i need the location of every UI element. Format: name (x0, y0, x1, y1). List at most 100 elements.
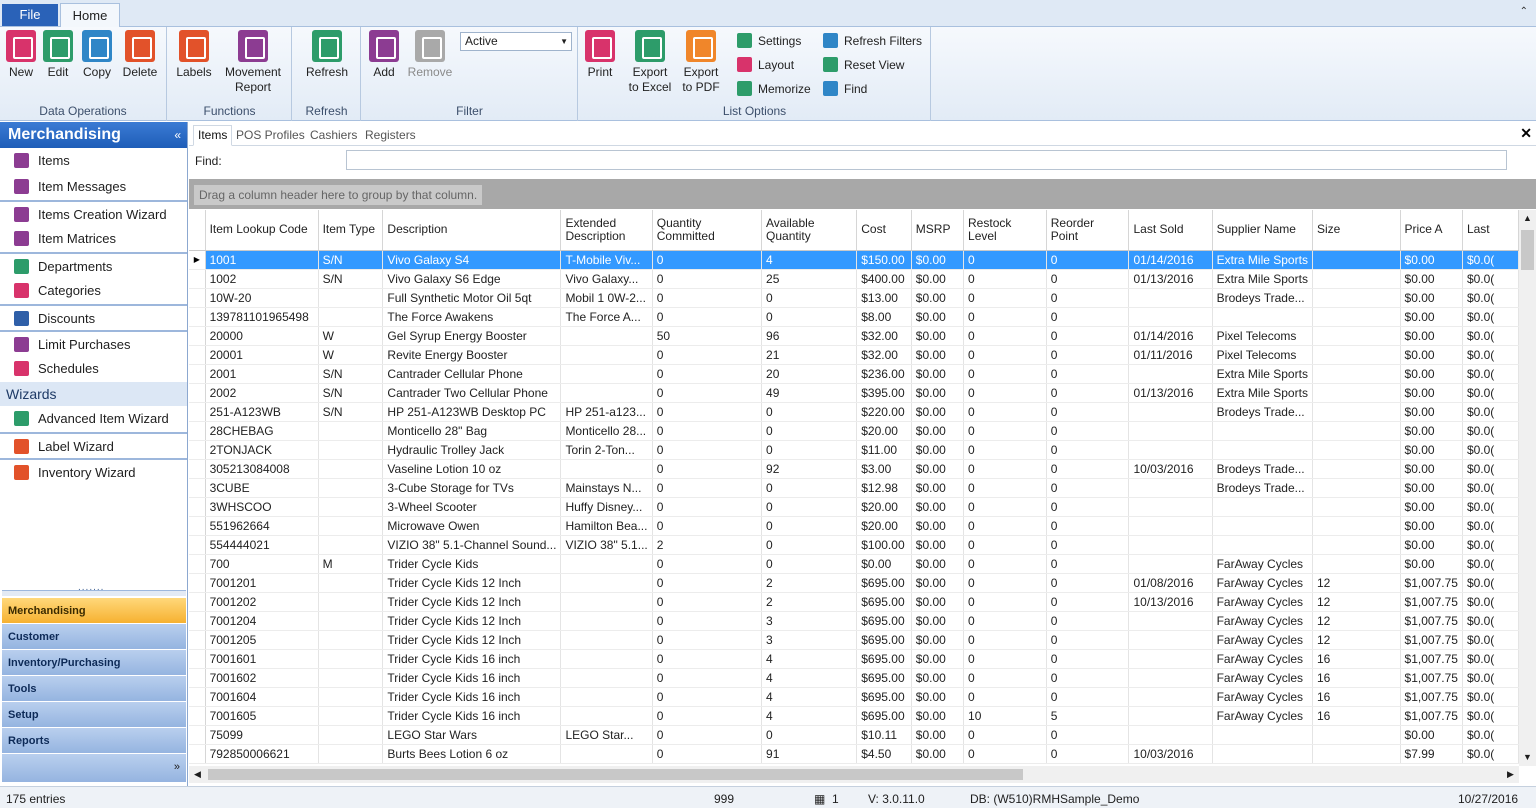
table-cell[interactable]: FarAway Cycles (1212, 649, 1313, 669)
row-indicator[interactable] (189, 725, 206, 745)
module-tools[interactable]: Tools (2, 676, 186, 702)
table-cell[interactable] (1212, 307, 1313, 327)
table-cell[interactable]: $695.00 (856, 592, 912, 612)
table-cell[interactable] (1128, 687, 1213, 707)
column-header[interactable]: Supplier Name (1212, 210, 1313, 251)
table-cell[interactable]: 0 (963, 326, 1047, 346)
table-cell[interactable]: 0 (652, 744, 763, 764)
table-cell[interactable]: 16 (1312, 687, 1401, 707)
table-cell[interactable]: 7001604 (205, 687, 319, 707)
table-cell[interactable]: 96 (761, 326, 858, 346)
table-cell[interactable]: $0.0( (1462, 706, 1519, 726)
table-cell[interactable]: $0.0( (1462, 345, 1519, 365)
table-cell[interactable] (1312, 326, 1401, 346)
table-cell[interactable] (318, 668, 384, 688)
table-cell[interactable]: Trider Cycle Kids 12 Inch (382, 573, 562, 593)
horizontal-scroll-thumb[interactable] (208, 769, 1023, 780)
table-cell[interactable]: 12 (1312, 611, 1401, 631)
table-cell[interactable]: Monticello 28... (560, 421, 653, 441)
table-cell[interactable]: 0 (652, 554, 763, 574)
table-cell[interactable]: $1,007.75 (1400, 687, 1463, 707)
labels-button[interactable]: Labels (176, 30, 212, 80)
table-cell[interactable]: Hamilton Bea... (560, 516, 653, 536)
table-cell[interactable]: 25 (761, 269, 858, 289)
table-cell[interactable]: 0 (963, 516, 1047, 536)
table-row[interactable]: 7001602 Trider Cycle Kids 16 inch 0 4 $695.0… (189, 668, 1519, 688)
column-header[interactable]: Price A (1400, 210, 1463, 251)
table-cell[interactable]: $0.00 (911, 440, 965, 460)
table-cell[interactable]: $695.00 (856, 573, 912, 593)
sidebar-item-departments[interactable]: Departments (0, 252, 187, 278)
table-cell[interactable]: $695.00 (856, 687, 912, 707)
table-cell[interactable]: 551962664 (205, 516, 319, 536)
table-cell[interactable]: 0 (652, 421, 763, 441)
table-cell[interactable]: $0.00 (1400, 497, 1463, 517)
table-cell[interactable]: 0 (963, 592, 1047, 612)
table-cell[interactable]: The Force A... (560, 307, 653, 327)
row-indicator[interactable] (189, 668, 206, 688)
table-cell[interactable]: 10 (963, 706, 1047, 726)
table-cell[interactable] (1128, 535, 1213, 555)
table-cell[interactable]: $0.0( (1462, 478, 1519, 498)
table-cell[interactable]: Microwave Owen (382, 516, 562, 536)
table-cell[interactable] (1212, 725, 1313, 745)
table-cell[interactable]: $0.00 (1400, 345, 1463, 365)
table-cell[interactable]: 0 (652, 706, 763, 726)
table-cell[interactable]: 28CHEBAG (205, 421, 319, 441)
sidebar-item-discounts[interactable]: Discounts (0, 304, 187, 330)
table-cell[interactable]: FarAway Cycles (1212, 611, 1313, 631)
table-cell[interactable] (318, 649, 384, 669)
table-cell[interactable]: 0 (1046, 611, 1130, 631)
table-cell[interactable] (1128, 649, 1213, 669)
table-cell[interactable]: S/N (318, 402, 384, 422)
table-cell[interactable]: Hydraulic Trolley Jack (382, 440, 562, 460)
table-cell[interactable]: 0 (1046, 288, 1130, 308)
table-cell[interactable]: Vivo Galaxy S4 (382, 250, 562, 270)
table-cell[interactable] (1128, 288, 1213, 308)
table-cell[interactable]: 4 (761, 649, 858, 669)
table-cell[interactable]: 0 (1046, 459, 1130, 479)
sidebar-item-categories[interactable]: Categories (0, 278, 187, 304)
table-cell[interactable]: 0 (761, 554, 858, 574)
table-cell[interactable]: $0.00 (1400, 554, 1463, 574)
table-cell[interactable]: $0.00 (1400, 307, 1463, 327)
table-row[interactable]: 1002 S/N Vivo Galaxy S6 Edge Vivo Galaxy...… (189, 269, 1519, 289)
table-cell[interactable]: 50 (652, 326, 763, 346)
table-cell[interactable]: 0 (1046, 573, 1130, 593)
table-cell[interactable]: 16 (1312, 668, 1401, 688)
table-cell[interactable] (560, 554, 653, 574)
table-cell[interactable]: 0 (963, 250, 1047, 270)
table-cell[interactable]: 7001202 (205, 592, 319, 612)
table-cell[interactable]: $0.00 (1400, 269, 1463, 289)
table-cell[interactable]: 0 (963, 649, 1047, 669)
table-cell[interactable]: $1,007.75 (1400, 668, 1463, 688)
table-cell[interactable] (1312, 535, 1401, 555)
add-filter-button[interactable]: Add (368, 30, 400, 80)
table-cell[interactable]: 0 (963, 687, 1047, 707)
table-cell[interactable]: 0 (652, 497, 763, 517)
table-cell[interactable]: $695.00 (856, 706, 912, 726)
table-cell[interactable]: $695.00 (856, 630, 912, 650)
table-cell[interactable]: $0.0( (1462, 459, 1519, 479)
table-cell[interactable]: 10W-20 (205, 288, 319, 308)
table-cell[interactable]: $0.0( (1462, 402, 1519, 422)
scroll-left-icon[interactable]: ◀ (189, 766, 206, 783)
table-cell[interactable]: 0 (652, 592, 763, 612)
table-cell[interactable]: $20.00 (856, 497, 912, 517)
sidebar-item-inventory-wizard[interactable]: Inventory Wizard (0, 458, 187, 484)
table-cell[interactable] (318, 421, 384, 441)
table-cell[interactable] (318, 687, 384, 707)
table-cell[interactable]: 16 (1312, 706, 1401, 726)
scroll-right-icon[interactable]: ▶ (1502, 766, 1519, 783)
table-cell[interactable]: 0 (1046, 497, 1130, 517)
table-cell[interactable]: W (318, 345, 384, 365)
table-cell[interactable]: 792850006621 (205, 744, 319, 764)
table-cell[interactable]: Vivo Galaxy... (560, 269, 653, 289)
table-cell[interactable]: Trider Cycle Kids 12 Inch (382, 611, 562, 631)
table-cell[interactable]: Torin 2-Ton... (560, 440, 653, 460)
table-cell[interactable]: $32.00 (856, 326, 912, 346)
new-button[interactable]: New (5, 30, 37, 80)
table-cell[interactable]: $0.00 (1400, 440, 1463, 460)
table-cell[interactable]: 10/03/2016 (1128, 459, 1213, 479)
table-cell[interactable]: 7001605 (205, 706, 319, 726)
